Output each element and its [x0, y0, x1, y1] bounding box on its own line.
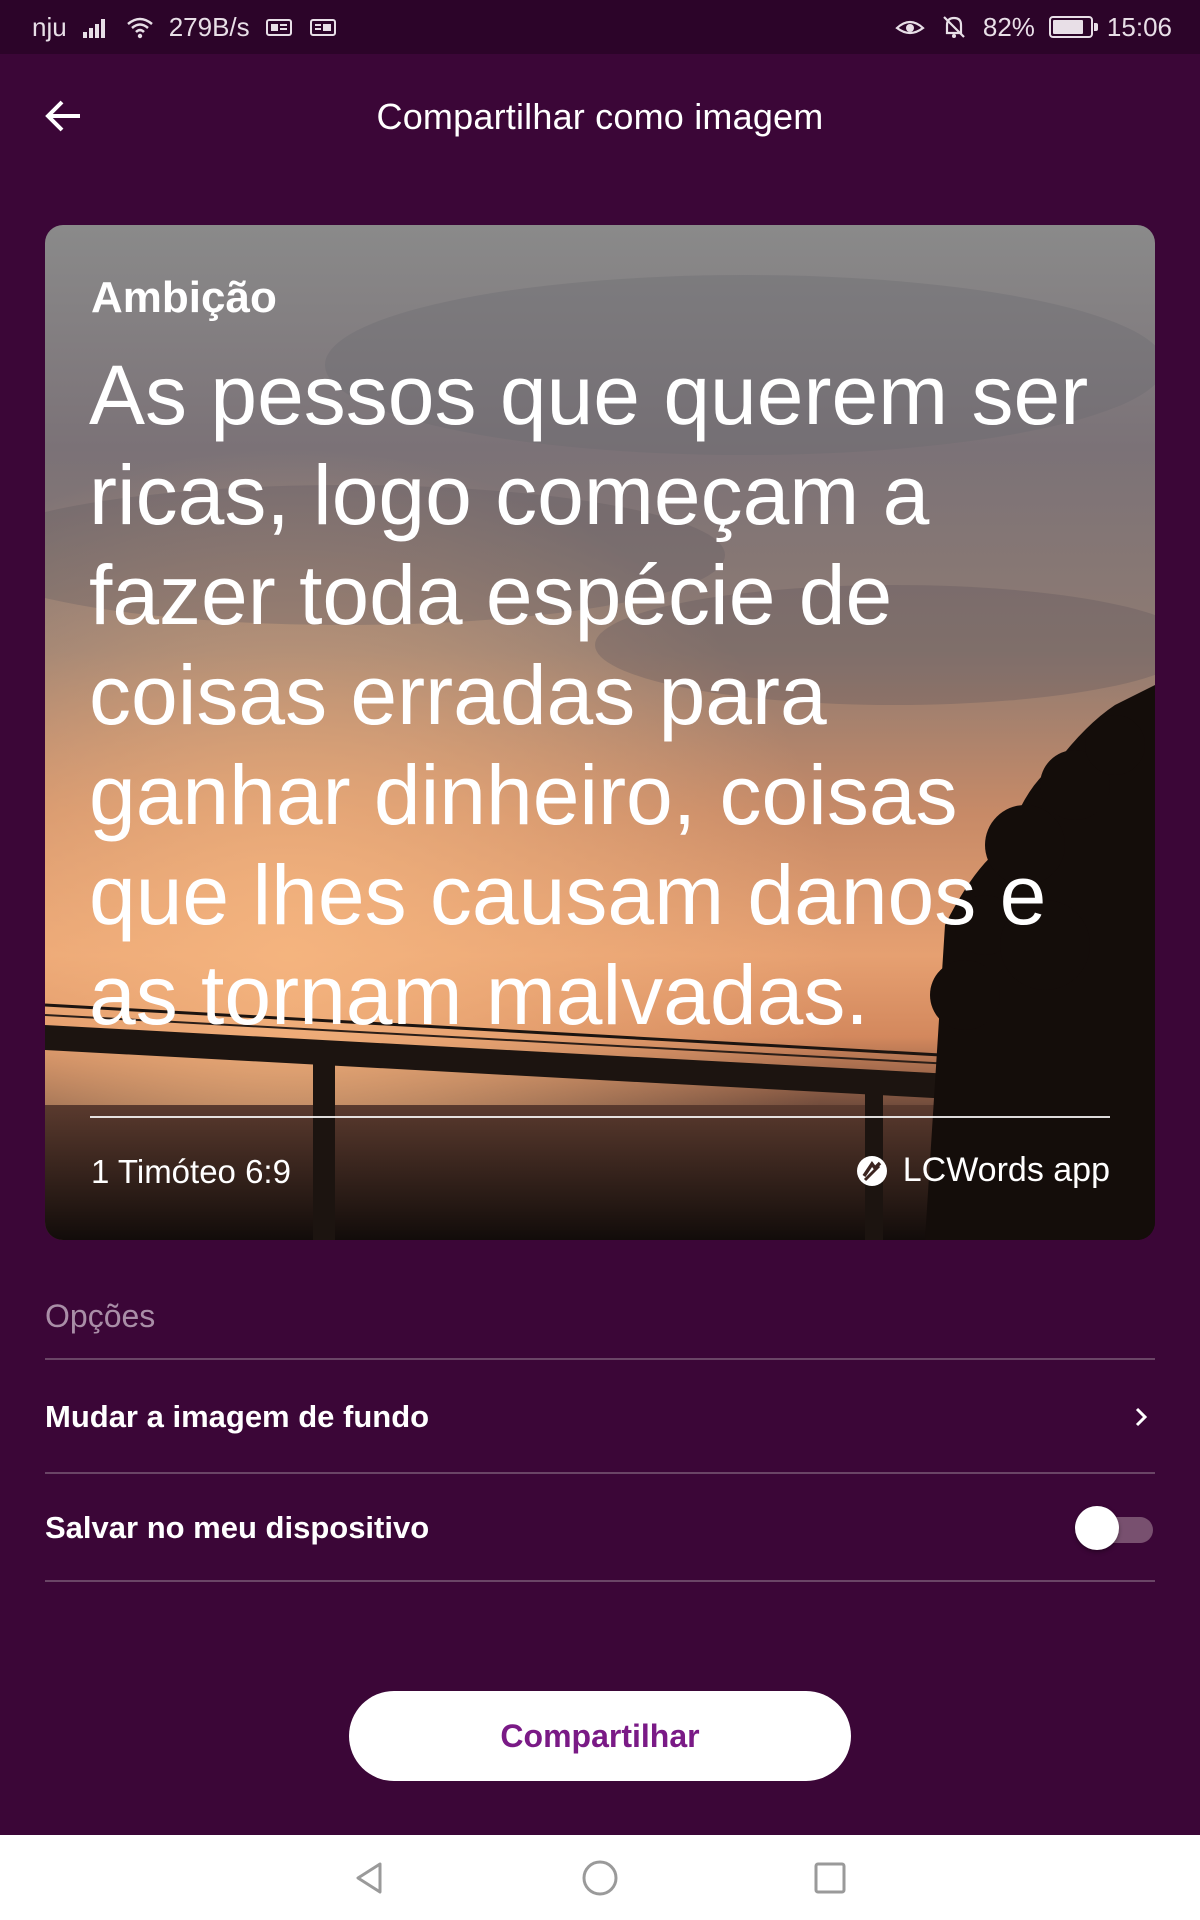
arrow-left-icon — [45, 100, 80, 132]
notification-icon — [309, 19, 336, 36]
page-title: Compartilhar como imagem — [376, 96, 824, 137]
nav-home-button[interactable] — [575, 1853, 625, 1903]
back-button[interactable] — [36, 88, 92, 144]
app-brand: LCWords app — [855, 1151, 1110, 1190]
network-speed: 279B/s — [168, 11, 250, 42]
divider — [45, 1358, 1155, 1360]
system-nav-bar — [0, 1835, 1200, 1920]
lcwords-logo-icon — [856, 1155, 887, 1186]
change-background-label: Mudar a imagem de fundo — [45, 1399, 430, 1434]
save-to-device-row[interactable]: Salvar no meu dispositivo — [45, 1474, 1155, 1582]
battery-percent: 82% — [982, 11, 1035, 42]
clock: 15:06 — [1106, 11, 1172, 42]
nav-recents-button[interactable] — [805, 1853, 855, 1903]
verse-reference: 1 Timóteo 6:9 — [91, 1153, 291, 1190]
back-triangle-icon — [356, 1862, 382, 1893]
notification-icon — [265, 19, 292, 36]
card-divider — [90, 1116, 1110, 1118]
options-section-label: Opções — [45, 1298, 156, 1334]
quote-text: As pessos que querem ser ricas, logo com… — [89, 348, 1089, 1042]
chevron-right-icon — [1135, 1407, 1148, 1427]
divider — [45, 1580, 1155, 1582]
battery-icon — [1048, 16, 1098, 38]
home-circle-icon — [582, 1860, 618, 1895]
carrier-name: nju — [32, 11, 67, 42]
app-bar: Compartilhar como imagem — [0, 54, 1200, 180]
status-bar: nju 279B/s 82% 15:06 — [0, 0, 1200, 54]
nav-back-button[interactable] — [345, 1853, 395, 1903]
eye-icon — [895, 20, 925, 35]
status-bar-right: 82% 15:06 — [895, 12, 1172, 43]
quote-topic: Ambição — [91, 273, 277, 322]
save-to-device-label: Salvar no meu dispositivo — [45, 1510, 430, 1545]
wifi-icon — [126, 17, 153, 39]
bell-off-icon — [943, 16, 965, 38]
save-to-device-toggle[interactable] — [1075, 1506, 1155, 1550]
recents-square-icon — [814, 1862, 846, 1893]
brand-name: LCWords app — [902, 1151, 1110, 1189]
share-button[interactable]: Compartilhar — [349, 1691, 851, 1781]
quote-card-preview: Ambição As pessos que querem ser ricas, … — [45, 225, 1155, 1240]
toggle-thumb — [1075, 1506, 1119, 1550]
change-background-row[interactable]: Mudar a imagem de fundo — [45, 1363, 1155, 1471]
status-bar-left: nju 279B/s — [32, 12, 338, 43]
battery-level — [1052, 20, 1083, 34]
signal-icon — [82, 19, 105, 38]
